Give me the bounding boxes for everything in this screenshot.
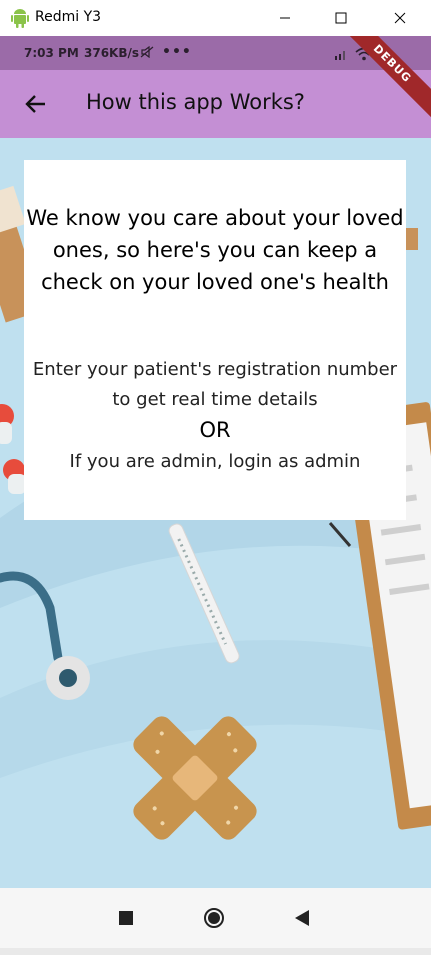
minimize-icon [280,17,290,19]
card-or-divider: OR [199,418,231,442]
app-bar: How this app Works? [0,70,431,138]
card-headline: We know you care about your loved ones, … [26,206,404,294]
triangle-back-icon [295,910,309,926]
window-bottom-edge [0,948,431,955]
recents-button[interactable] [112,904,140,932]
card-instruction: Enter your patient's registration number… [32,359,398,410]
status-time: 7:03 PM [24,46,79,60]
page-title: How this app Works? [86,90,305,114]
status-more-indicator: ••• [162,44,192,60]
window-title: Redmi Y3 [35,9,102,25]
status-network-speed: 376KB/s [84,46,140,60]
window-titlebar: Redmi Y3 [0,0,431,36]
close-button[interactable] [377,0,423,36]
square-icon [119,911,133,925]
phone-screen: 7:03 PM 376KB/s ••• How this app Works? … [0,36,431,948]
maximize-icon [335,12,347,24]
card-admin-text: If you are admin, login as admin [69,451,361,472]
circle-icon [204,908,224,928]
close-icon [394,12,406,24]
arrow-back-icon [25,95,45,113]
signal-icon [335,51,345,60]
minimize-button[interactable] [262,0,308,36]
maximize-button[interactable] [318,0,364,36]
home-button[interactable] [200,904,228,932]
back-nav-button[interactable] [288,904,316,932]
android-icon [11,9,29,28]
mute-icon [140,46,154,58]
system-navigation-bar [0,888,431,948]
info-card: We know you care about your loved ones, … [24,160,406,520]
back-button[interactable] [20,90,50,118]
